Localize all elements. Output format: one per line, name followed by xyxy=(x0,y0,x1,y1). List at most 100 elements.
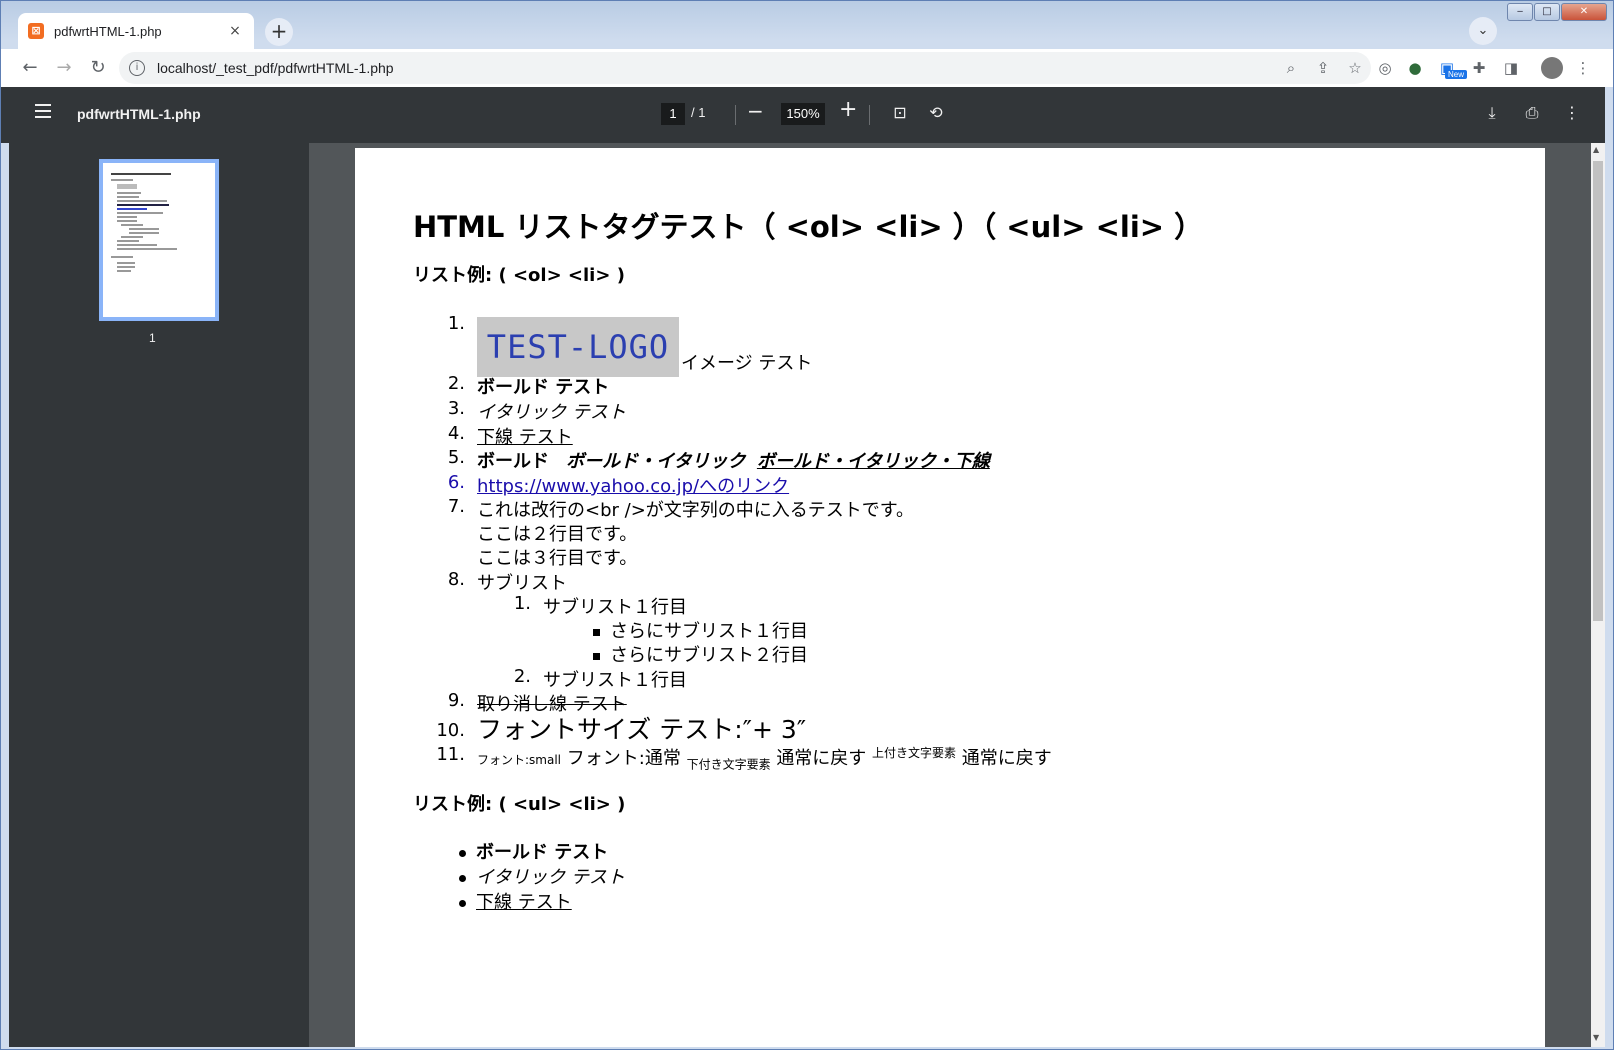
close-window-button[interactable]: ✕ xyxy=(1561,3,1607,21)
pdf-page: HTML リストタグテスト（ <ol> <li> ）（ <ul> <li> ） … xyxy=(355,148,1545,1047)
square-bullet-icon xyxy=(593,628,600,636)
bold-text: ボールド xyxy=(477,451,549,472)
maximize-window-button[interactable]: □ xyxy=(1534,3,1560,21)
address-bar[interactable]: i localhost/_test_pdf/pdfwrtHTML-1.php ⌕… xyxy=(119,52,1371,84)
list-number: 6. xyxy=(447,472,465,493)
zoom-level-input[interactable]: 150% xyxy=(781,103,825,125)
browser-toolbar: ← → ↻ i localhost/_test_pdf/pdfwrtHTML-1… xyxy=(1,49,1613,87)
list-number: 8. xyxy=(447,569,465,590)
list-number: 5. xyxy=(447,447,465,468)
list-item-bold: ボールド テスト xyxy=(477,377,610,398)
ol-section-title: リスト例: ( <ol> <li> ) xyxy=(413,265,625,286)
bullet-icon xyxy=(459,849,466,857)
print-icon[interactable]: ⎙ xyxy=(1521,102,1543,124)
list-item-font-sizes: フォント:small フォント:通常 下付き文字要素 通常に戻す 上付き文字要素… xyxy=(477,744,1052,773)
share-icon[interactable]: ⇪ xyxy=(1307,59,1339,77)
close-tab-icon[interactable]: × xyxy=(226,23,244,39)
ul-list-item: ボールド テスト xyxy=(459,838,608,864)
bullet-icon xyxy=(459,899,466,907)
more-actions-icon[interactable]: ⋮ xyxy=(1561,102,1583,124)
list-item-text: サブリスト xyxy=(477,573,567,594)
vertical-scrollbar[interactable]: ▲ ▼ xyxy=(1591,143,1605,1047)
scrollbar-thumb[interactable] xyxy=(1593,161,1603,621)
new-badge: New xyxy=(1445,70,1468,79)
bold-italic-text: ボールド・イタリック xyxy=(566,451,746,472)
page-number-input[interactable]: 1 xyxy=(661,103,685,125)
thumbnail-sidebar: 1 xyxy=(9,143,309,1047)
extensions-puzzle-icon[interactable]: ✚ xyxy=(1467,56,1491,80)
tab-strip: ⊠ pdfwrtHTML-1.php × + ⌄ ‒ □ ✕ xyxy=(1,1,1613,49)
list-item-line: ここは３行目です。 xyxy=(477,548,638,569)
square-bullet-icon xyxy=(593,652,600,660)
subscript-text: 下付き文字要素 xyxy=(686,757,771,772)
page-thumbnail[interactable] xyxy=(99,159,219,321)
normal-font-text: フォント:通常 xyxy=(566,748,681,769)
tab-search-chevron-icon[interactable]: ⌄ xyxy=(1469,17,1497,45)
list-item-line: これは改行の<br />が文字列の中に入るテストです。 xyxy=(477,500,914,521)
sublist-number: 2. xyxy=(513,666,531,687)
list-number: 4. xyxy=(447,423,465,444)
list-item-large-font: フォントサイズ テスト:″+ 3″ xyxy=(477,715,807,744)
fit-to-page-icon[interactable]: ⊡ xyxy=(889,102,911,124)
ul-list-item: イタリック テスト xyxy=(459,863,625,889)
extension-circle-icon[interactable]: ◎ xyxy=(1373,56,1397,80)
extension-green-icon[interactable]: ● xyxy=(1403,56,1427,80)
zoom-in-button[interactable]: + xyxy=(839,97,857,122)
list-number: 9. xyxy=(447,690,465,711)
download-icon[interactable]: ⤓ xyxy=(1481,102,1503,124)
list-item-underline: 下線 テスト xyxy=(477,427,573,448)
list-item-italic: イタリック テスト xyxy=(477,402,627,423)
pdf-toolbar: pdfwrtHTML-1.php 1 / 1 − 150% + ⊡ ⟲ ⤓ ⎙ … xyxy=(1,87,1605,143)
pdf-title: pdfwrtHTML-1.php xyxy=(77,106,201,122)
list-item-text: イメージ テスト xyxy=(681,353,813,374)
normal-font-text: 通常に戻す xyxy=(961,748,1052,769)
sidebar-menu-icon[interactable] xyxy=(35,104,51,122)
rotate-icon[interactable]: ⟲ xyxy=(925,102,947,124)
superscript-text: 上付き文字要素 xyxy=(872,746,957,760)
profile-avatar[interactable] xyxy=(1541,57,1563,79)
minimize-window-button[interactable]: ‒ xyxy=(1507,3,1533,21)
browser-tab[interactable]: ⊠ pdfwrtHTML-1.php × xyxy=(18,13,254,49)
list-item-mixed-style: ボールド ボールド・イタリック ボールド・イタリック・下線 xyxy=(477,447,990,473)
nested-sublist-item: さらにサブリスト１行目 xyxy=(593,617,808,643)
zoom-magnifier-icon[interactable]: ⌕ xyxy=(1275,59,1307,77)
forward-arrow-icon[interactable]: → xyxy=(49,53,79,83)
small-font-text: フォント:small xyxy=(477,753,562,767)
thumbnail-page-number: 1 xyxy=(149,331,156,345)
bullet-icon xyxy=(459,874,466,882)
list-number: 7. xyxy=(447,496,465,517)
bookmark-star-icon[interactable]: ☆ xyxy=(1339,59,1371,77)
sublist-item: サブリスト１行目 xyxy=(543,670,687,691)
zoom-out-button[interactable]: − xyxy=(747,99,764,123)
scroll-up-icon[interactable]: ▲ xyxy=(1593,145,1599,154)
ul-section-title: リスト例: ( <ul> <li> ) xyxy=(413,794,626,815)
test-logo-image: TEST-LOGO xyxy=(477,317,679,377)
list-item-line: ここは２行目です。 xyxy=(477,524,638,545)
new-tab-button[interactable]: + xyxy=(265,18,293,46)
toolbar-divider xyxy=(869,105,870,125)
page-total: / 1 xyxy=(691,105,706,120)
sublist-number: 1. xyxy=(513,593,531,614)
back-arrow-icon[interactable]: ← xyxy=(15,53,45,83)
scroll-down-icon[interactable]: ▼ xyxy=(1593,1033,1599,1042)
sublist-item: サブリスト１行目 xyxy=(543,597,687,618)
normal-font-text: 通常に戻す xyxy=(776,748,867,769)
browser-window: ⊠ pdfwrtHTML-1.php × + ⌄ ‒ □ ✕ ← → ↻ i l… xyxy=(0,0,1614,1050)
document-heading: HTML リストタグテスト（ <ol> <li> ）（ <ul> <li> ） xyxy=(413,210,1204,244)
yahoo-link[interactable]: https://www.yahoo.co.jp/へのリンク xyxy=(477,472,789,498)
site-info-icon[interactable]: i xyxy=(129,60,145,76)
browser-menu-icon[interactable]: ⋮ xyxy=(1571,56,1595,80)
list-number: 11. xyxy=(436,744,465,765)
ul-list-item: 下線 テスト xyxy=(459,888,572,914)
xampp-favicon-icon: ⊠ xyxy=(28,23,44,39)
tab-title: pdfwrtHTML-1.php xyxy=(54,23,162,39)
side-panel-icon[interactable]: ◨ xyxy=(1499,56,1523,80)
reload-icon[interactable]: ↻ xyxy=(83,53,113,83)
list-number: 3. xyxy=(447,398,465,419)
list-number: 10. xyxy=(436,720,465,741)
bold-italic-underline-text: ボールド・イタリック・下線 xyxy=(756,451,990,472)
list-number: 1. xyxy=(447,313,465,334)
url-text[interactable]: localhost/_test_pdf/pdfwrtHTML-1.php xyxy=(157,60,1275,76)
toolbar-divider xyxy=(735,105,736,125)
list-number: 2. xyxy=(447,373,465,394)
